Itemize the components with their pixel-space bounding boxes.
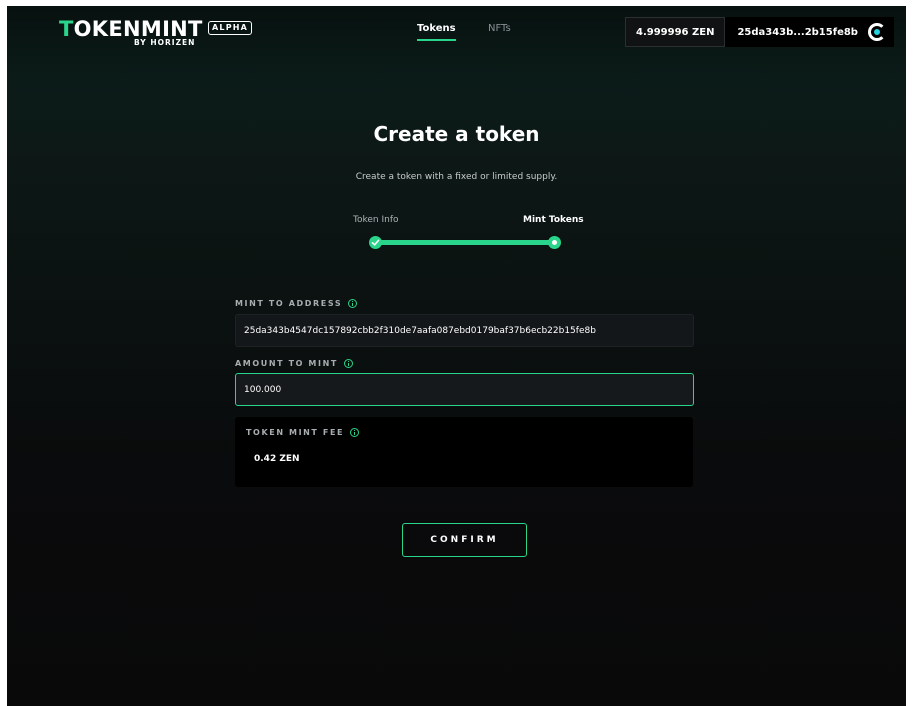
tokenmint-logo[interactable]: TOKENMINT BY HORIZEN — [59, 17, 203, 47]
mint-to-address-label: MINT TO ADDRESS — [235, 299, 358, 308]
token-mint-fee-label: TOKEN MINT FEE — [246, 428, 360, 437]
confirm-button[interactable]: CONFIRM — [402, 523, 527, 557]
token-mint-fee-panel: TOKEN MINT FEE 0.42 ZEN — [235, 417, 693, 487]
info-icon[interactable] — [343, 359, 353, 368]
wallet-widget[interactable]: 4.999996 ZEN 25da343b...2b15fe8b — [625, 17, 894, 47]
token-mint-fee-value: 0.42 ZEN — [254, 454, 300, 464]
wallet-balance: 4.999996 ZEN — [625, 17, 726, 47]
step-current-dot-icon — [548, 236, 561, 249]
logo-subtitle: BY HORIZEN — [134, 38, 196, 47]
mint-to-address-field[interactable]: 25da343b4547dc157892cbb2f310de7aafa087eb… — [235, 314, 694, 347]
app-frame: TOKENMINT BY HORIZEN ALPHA Tokens NFTs 4… — [7, 6, 906, 706]
logo-wordmark: TOKENMINT — [59, 17, 203, 41]
nav-tab-nfts[interactable]: NFTs — [488, 23, 511, 34]
amount-to-mint-label: AMOUNT TO MINT — [235, 359, 353, 368]
info-icon[interactable] — [348, 299, 358, 308]
wallet-account[interactable]: 25da343b...2b15fe8b — [725, 17, 894, 47]
account-address: 25da343b...2b15fe8b — [737, 26, 858, 38]
nav-tab-tokens[interactable]: Tokens — [417, 23, 456, 41]
stepper-progress-bar — [375, 240, 555, 245]
step-label-mint-tokens: Mint Tokens — [523, 215, 584, 225]
horizen-logo-icon — [867, 23, 886, 41]
amount-to-mint-input[interactable] — [244, 384, 685, 395]
page-subtitle: Create a token with a fixed or limited s… — [355, 172, 558, 182]
alpha-badge: ALPHA — [208, 21, 253, 35]
step-label-token-info: Token Info — [353, 215, 399, 225]
page-title: Create a token — [373, 122, 540, 146]
info-icon[interactable] — [350, 428, 360, 437]
step-completed-check-icon — [369, 236, 382, 249]
amount-to-mint-field[interactable] — [235, 373, 694, 406]
